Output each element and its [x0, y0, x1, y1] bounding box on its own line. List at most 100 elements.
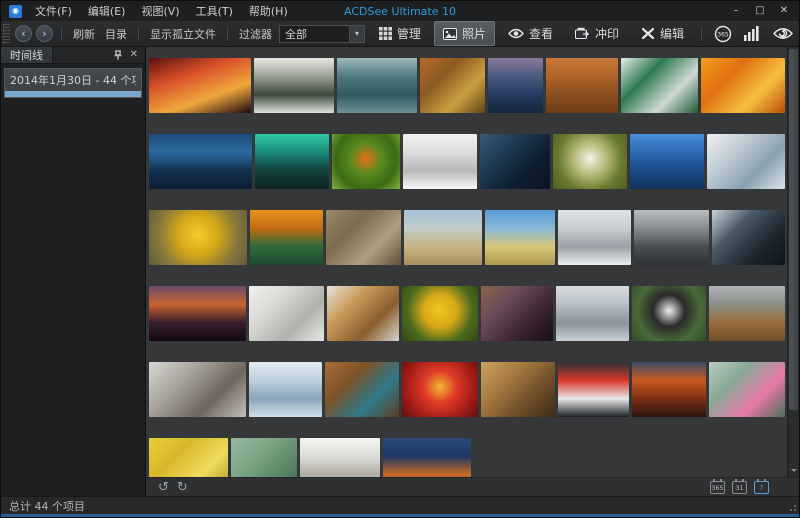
close-button[interactable]: ✕ — [773, 4, 795, 19]
photo-row — [149, 362, 785, 417]
photo-thumbnail-autumn-waterfall[interactable] — [420, 58, 485, 113]
photo-thumbnail-aurora-forest[interactable] — [255, 134, 329, 189]
photo-thumbnail-orange-leaf-macro[interactable] — [701, 58, 785, 113]
photo-thumbnail-autumn-valley[interactable] — [709, 286, 785, 341]
photo-thumbnail-panda-in-foliage[interactable] — [632, 286, 706, 341]
menu-view[interactable]: 视图(V) — [134, 1, 186, 21]
eye-icon — [508, 28, 524, 39]
photo-thumbnail-desert-town-aerial[interactable] — [326, 210, 401, 265]
refresh-button[interactable]: 刷新 — [68, 23, 100, 45]
photo-thumbnail-canyon-emerald-pool[interactable] — [325, 362, 399, 417]
resize-grip[interactable] — [787, 502, 797, 512]
photo-row — [149, 134, 785, 189]
photo-thumbnail-dark-wave-peak[interactable] — [480, 134, 550, 189]
photo-thumbnail-train-viaduct-winter[interactable] — [556, 286, 630, 341]
photo-thumbnail-kangaroo-outback[interactable] — [546, 58, 618, 113]
timeline-date-entry[interactable]: 2014年1月30日 - 44 个项目 — [4, 68, 142, 98]
photo-thumbnail-marten-on-branch[interactable] — [327, 286, 399, 341]
grid-icon — [379, 27, 392, 40]
tab-photos[interactable]: 照片 — [434, 21, 495, 46]
photo-footer-toolbar: ↺ ↻ 365 31 7 — [146, 477, 799, 496]
photo-thumbnail-festival-gold-masks[interactable] — [402, 362, 478, 417]
photo-thumbnail-yellow-moth-macro[interactable] — [149, 210, 247, 265]
photo-thumbnail-riverside-village-dusk[interactable] — [383, 438, 471, 477]
maximize-button[interactable]: □ — [749, 4, 771, 19]
photo-thumbnail-mountain-lake-blue[interactable] — [630, 134, 704, 189]
photo-thumbnail-lotus-in-mist[interactable] — [709, 362, 785, 417]
photo-thumbnail-misty-mountains[interactable] — [337, 58, 417, 113]
acdsee-eye-logo-button[interactable] — [767, 27, 799, 40]
photo-thumbnail-harbor-city-night[interactable] — [149, 134, 252, 189]
tab-develop[interactable]: 冲印 — [566, 21, 628, 46]
svg-text:365: 365 — [717, 31, 729, 38]
acdsee-365-button[interactable]: 365 — [708, 25, 738, 43]
photo-pane: ↺ ↻ 365 31 7 — [146, 47, 799, 496]
photo-thumbnail-sunflower-closeup[interactable] — [402, 286, 478, 341]
photo-thumbnail-ice-hotel-hall[interactable] — [249, 362, 323, 417]
menu-help[interactable]: 帮助(H) — [242, 1, 295, 21]
photo-thumbnail-dumpling-baskets[interactable] — [481, 362, 555, 417]
back-button[interactable]: ‹ — [15, 25, 32, 42]
tab-manage[interactable]: 管理 — [370, 21, 430, 46]
navigation-toolbar: ‹ › 刷新 目录 显示孤立文件 过滤器 全部 ▾ — [1, 21, 365, 46]
rotate-cw-icon[interactable]: ↻ — [173, 481, 192, 494]
scrollbar-down-arrow[interactable] — [788, 465, 799, 475]
photo-thumbnail-bird-over-grassland[interactable] — [404, 210, 483, 265]
menu-file[interactable]: 文件(F) — [28, 1, 79, 21]
photo-thumbnail-snowy-interchange-aerial[interactable] — [249, 286, 325, 341]
pin-icon[interactable] — [114, 50, 122, 60]
toolbar-grip[interactable] — [3, 24, 10, 44]
photo-thumbnail-glacial-river-aerial[interactable] — [712, 210, 785, 265]
photo-thumbnail-temple-lanterns-night[interactable] — [632, 362, 706, 417]
toolbar-separator — [61, 27, 62, 41]
calendar-view-31[interactable]: 31 — [732, 481, 747, 494]
photo-thumbnail-snow-monkey[interactable] — [149, 362, 246, 417]
photo-thumbnail-ice-floe-aerial[interactable] — [621, 58, 697, 113]
tab-edit-label: 编辑 — [660, 25, 684, 42]
photo-thumbnail-fireworks-night[interactable] — [149, 58, 251, 113]
calendar-view-7[interactable]: 7 — [754, 481, 769, 494]
rotate-ccw-icon[interactable]: ↺ — [154, 481, 173, 494]
show-orphans-button[interactable]: 显示孤立文件 — [145, 23, 221, 45]
photo-thumbnail-palm-sunset[interactable] — [149, 286, 246, 341]
forward-button[interactable]: › — [36, 25, 53, 42]
photo-thumbnail-red-white-sculpture[interactable] — [558, 362, 630, 417]
tab-edit[interactable]: 编辑 — [632, 21, 693, 46]
photo-thumbnail-bison-in-snow[interactable] — [558, 210, 631, 265]
panel-tools: ✕ — [114, 50, 145, 60]
photo-thumbnail-reeds-with-dragonflies[interactable] — [231, 438, 297, 477]
timeline-panel: 时间线 ✕ 2014年1月30日 - 44 个项目 — [1, 47, 146, 496]
photo-thumbnail-lantern-arches[interactable] — [250, 210, 323, 265]
photo-thumbnail-deer-on-snow[interactable] — [403, 134, 477, 189]
window-controls: – □ ✕ — [725, 4, 795, 19]
main-toolbar: ‹ › 刷新 目录 显示孤立文件 过滤器 全部 ▾ 管理 照片 — [1, 21, 799, 47]
panel-close-icon[interactable]: ✕ — [130, 50, 138, 60]
filter-dropdown[interactable]: 全部 ▾ — [279, 25, 365, 43]
vertical-scrollbar[interactable] — [787, 47, 799, 477]
photo-thumbnail-green-mandala-farm[interactable] — [332, 134, 400, 189]
photo-thumbnail-beach-groynes[interactable] — [485, 210, 554, 265]
app-icon[interactable]: ◉ — [9, 5, 22, 18]
photo-icon — [443, 28, 457, 40]
photo-thumbnail-tidal-island-mono[interactable] — [634, 210, 709, 265]
photo-thumbnail-white-birds-pair[interactable] — [553, 134, 627, 189]
photo-thumbnail-twilight-lake[interactable] — [488, 58, 543, 113]
photo-thumbnail-frozen-stream[interactable] — [707, 134, 785, 189]
toolbar-separator — [227, 27, 228, 41]
tab-view[interactable]: 查看 — [499, 21, 562, 46]
filter-selected-value: 全部 — [280, 26, 349, 42]
scrollbar-thumb[interactable] — [789, 49, 798, 410]
photo-thumbnail-snowy-forest-wildlife[interactable] — [254, 58, 334, 113]
tab-develop-label: 冲印 — [595, 25, 619, 42]
minimize-button[interactable]: – — [725, 4, 747, 19]
photo-thumbnail-golden-grass-field[interactable] — [149, 438, 228, 477]
catalog-button[interactable]: 目录 — [100, 23, 132, 45]
photo-thumbnail-snowy-village[interactable] — [300, 438, 380, 477]
dashboard-stats-button[interactable] — [738, 26, 767, 41]
menu-tools[interactable]: 工具(T) — [189, 1, 240, 21]
photo-thumbnail-night-cave-rocks[interactable] — [481, 286, 553, 341]
chevron-down-icon[interactable]: ▾ — [349, 26, 364, 42]
menu-edit[interactable]: 编辑(E) — [81, 1, 133, 21]
tab-timeline[interactable]: 时间线 — [1, 47, 53, 63]
calendar-view-365[interactable]: 365 — [710, 481, 725, 494]
